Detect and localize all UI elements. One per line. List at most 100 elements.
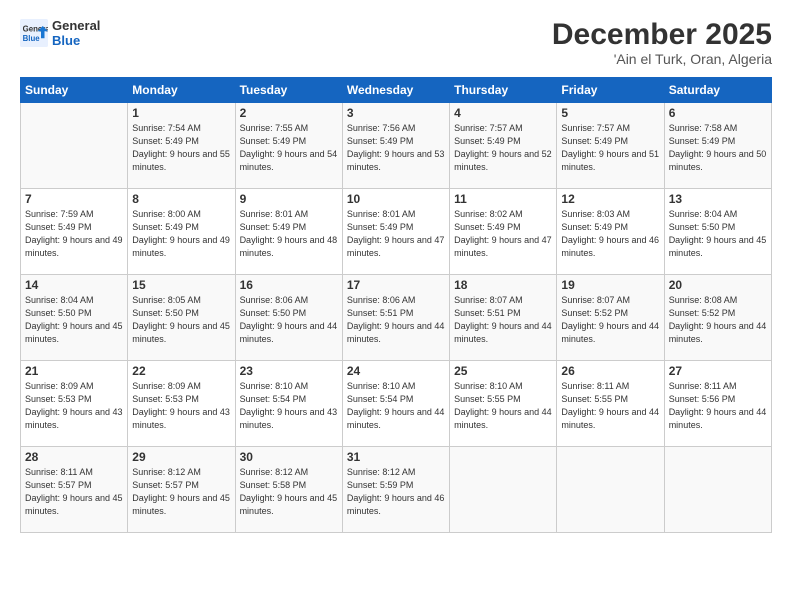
day-number: 30 bbox=[240, 450, 338, 464]
day-detail: Sunrise: 8:10 AMSunset: 5:55 PMDaylight:… bbox=[454, 380, 552, 432]
day-number: 21 bbox=[25, 364, 123, 378]
calendar-cell: 31Sunrise: 8:12 AMSunset: 5:59 PMDayligh… bbox=[342, 447, 449, 533]
day-detail: Sunrise: 8:09 AMSunset: 5:53 PMDaylight:… bbox=[132, 380, 230, 432]
logo-line2: Blue bbox=[52, 33, 100, 48]
day-detail: Sunrise: 8:06 AMSunset: 5:51 PMDaylight:… bbox=[347, 294, 445, 346]
day-detail: Sunrise: 7:54 AMSunset: 5:49 PMDaylight:… bbox=[132, 122, 230, 174]
header-monday: Monday bbox=[128, 78, 235, 103]
calendar-cell: 14Sunrise: 8:04 AMSunset: 5:50 PMDayligh… bbox=[21, 275, 128, 361]
day-number: 3 bbox=[347, 106, 445, 120]
calendar-cell: 12 Sunrise: 8:03 AMSunset: 5:49 PMDayligh… bbox=[557, 189, 664, 275]
day-number: 29 bbox=[132, 450, 230, 464]
day-detail: Sunrise: 8:07 AMSunset: 5:51 PMDaylight:… bbox=[454, 294, 552, 346]
header-row: Sunday Monday Tuesday Wednesday Thursday… bbox=[21, 78, 772, 103]
calendar-cell: 28Sunrise: 8:11 AMSunset: 5:57 PMDayligh… bbox=[21, 447, 128, 533]
header-sunday: Sunday bbox=[21, 78, 128, 103]
calendar-cell: 5Sunrise: 7:57 AMSunset: 5:49 PMDaylight… bbox=[557, 103, 664, 189]
day-number: 4 bbox=[454, 106, 552, 120]
header-friday: Friday bbox=[557, 78, 664, 103]
calendar-cell: 22 Sunrise: 8:09 AMSunset: 5:53 PMDayligh… bbox=[128, 361, 235, 447]
day-detail: Sunrise: 7:55 AMSunset: 5:49 PMDaylight:… bbox=[240, 122, 338, 174]
svg-text:Blue: Blue bbox=[23, 34, 41, 43]
day-number: 18 bbox=[454, 278, 552, 292]
logo-text: General Blue bbox=[52, 18, 100, 48]
calendar-cell: 21Sunrise: 8:09 AMSunset: 5:53 PMDayligh… bbox=[21, 361, 128, 447]
calendar-cell bbox=[450, 447, 557, 533]
calendar-table: Sunday Monday Tuesday Wednesday Thursday… bbox=[20, 77, 772, 533]
day-number: 26 bbox=[561, 364, 659, 378]
day-number: 17 bbox=[347, 278, 445, 292]
calendar-week-4: 21 Sunrise: 8:09 AMSunset: 5:53 PMDayligh… bbox=[21, 361, 772, 447]
day-detail: Sunrise: 7:57 AMSunset: 5:49 PMDaylight:… bbox=[454, 122, 552, 174]
day-detail: Sunrise: 8:08 AMSunset: 5:52 PMDaylight:… bbox=[669, 294, 767, 346]
logo-line1: General bbox=[52, 18, 100, 33]
calendar-cell: 3Sunrise: 7:56 AMSunset: 5:49 PMDaylight… bbox=[342, 103, 449, 189]
calendar-cell: 29 Sunrise: 8:12 AMSunset: 5:57 PMDayligh… bbox=[128, 447, 235, 533]
title-block: December 2025 'Ain el Turk, Oran, Algeri… bbox=[552, 18, 772, 67]
day-number: 9 bbox=[240, 192, 338, 206]
calendar-cell: 13Sunrise: 8:04 AMSunset: 5:50 PMDayligh… bbox=[664, 189, 771, 275]
day-number: 7 bbox=[25, 192, 123, 206]
calendar-week-1: 1 Sunrise: 7:54 AMSunset: 5:49 PMDaylight… bbox=[21, 103, 772, 189]
day-number: 2 bbox=[240, 106, 338, 120]
day-number: 8 bbox=[132, 192, 230, 206]
day-number: 12 bbox=[561, 192, 659, 206]
calendar-cell: 10 Sunrise: 8:01 AMSunset: 5:49 PMDayligh… bbox=[342, 189, 449, 275]
day-detail: Sunrise: 8:12 AMSunset: 5:59 PMDaylight:… bbox=[347, 466, 445, 518]
calendar-cell bbox=[664, 447, 771, 533]
logo-icon: General Blue bbox=[20, 19, 48, 47]
day-detail: Sunrise: 8:10 AMSunset: 5:54 PMDaylight:… bbox=[347, 380, 445, 432]
calendar-cell: 4 Sunrise: 7:57 AMSunset: 5:49 PMDaylight… bbox=[450, 103, 557, 189]
day-number: 28 bbox=[25, 450, 123, 464]
day-detail: Sunrise: 8:02 AMSunset: 5:49 PMDaylight:… bbox=[454, 208, 552, 260]
day-detail: Sunrise: 8:10 AMSunset: 5:54 PMDaylight:… bbox=[240, 380, 338, 432]
header-saturday: Saturday bbox=[664, 78, 771, 103]
day-number: 22 bbox=[132, 364, 230, 378]
day-detail: Sunrise: 8:01 AMSunset: 5:49 PMDaylight:… bbox=[240, 208, 338, 260]
day-detail: Sunrise: 8:12 AMSunset: 5:58 PMDaylight:… bbox=[240, 466, 338, 518]
day-detail: Sunrise: 8:03 AMSunset: 5:49 PMDaylight:… bbox=[561, 208, 659, 260]
calendar-cell: 25 Sunrise: 8:10 AMSunset: 5:55 PMDayligh… bbox=[450, 361, 557, 447]
day-detail: Sunrise: 8:07 AMSunset: 5:52 PMDaylight:… bbox=[561, 294, 659, 346]
day-number: 16 bbox=[240, 278, 338, 292]
calendar-cell: 7 Sunrise: 7:59 AMSunset: 5:49 PMDaylight… bbox=[21, 189, 128, 275]
calendar-cell: 27Sunrise: 8:11 AMSunset: 5:56 PMDayligh… bbox=[664, 361, 771, 447]
day-detail: Sunrise: 7:59 AMSunset: 5:49 PMDaylight:… bbox=[25, 208, 123, 260]
day-detail: Sunrise: 8:05 AMSunset: 5:50 PMDaylight:… bbox=[132, 294, 230, 346]
calendar-page: General Blue General Blue December 2025 … bbox=[0, 0, 792, 612]
calendar-cell: 19Sunrise: 8:07 AMSunset: 5:52 PMDayligh… bbox=[557, 275, 664, 361]
calendar-week-5: 28Sunrise: 8:11 AMSunset: 5:57 PMDayligh… bbox=[21, 447, 772, 533]
day-number: 13 bbox=[669, 192, 767, 206]
header-tuesday: Tuesday bbox=[235, 78, 342, 103]
calendar-week-3: 14Sunrise: 8:04 AMSunset: 5:50 PMDayligh… bbox=[21, 275, 772, 361]
day-number: 24 bbox=[347, 364, 445, 378]
calendar-cell: 11Sunrise: 8:02 AMSunset: 5:49 PMDayligh… bbox=[450, 189, 557, 275]
calendar-week-2: 7 Sunrise: 7:59 AMSunset: 5:49 PMDaylight… bbox=[21, 189, 772, 275]
day-number: 15 bbox=[132, 278, 230, 292]
day-number: 27 bbox=[669, 364, 767, 378]
calendar-body: 1 Sunrise: 7:54 AMSunset: 5:49 PMDaylight… bbox=[21, 103, 772, 533]
header: General Blue General Blue December 2025 … bbox=[20, 18, 772, 67]
day-number: 10 bbox=[347, 192, 445, 206]
calendar-cell: 15 Sunrise: 8:05 AMSunset: 5:50 PMDayligh… bbox=[128, 275, 235, 361]
calendar-cell bbox=[557, 447, 664, 533]
calendar-cell: 18 Sunrise: 8:07 AMSunset: 5:51 PMDayligh… bbox=[450, 275, 557, 361]
day-number: 5 bbox=[561, 106, 659, 120]
day-detail: Sunrise: 8:06 AMSunset: 5:50 PMDaylight:… bbox=[240, 294, 338, 346]
day-detail: Sunrise: 8:01 AMSunset: 5:49 PMDaylight:… bbox=[347, 208, 445, 260]
logo: General Blue General Blue bbox=[20, 18, 100, 48]
day-detail: Sunrise: 8:00 AMSunset: 5:49 PMDaylight:… bbox=[132, 208, 230, 260]
header-thursday: Thursday bbox=[450, 78, 557, 103]
day-number: 6 bbox=[669, 106, 767, 120]
calendar-cell: 17 Sunrise: 8:06 AMSunset: 5:51 PMDayligh… bbox=[342, 275, 449, 361]
calendar-cell: 1 Sunrise: 7:54 AMSunset: 5:49 PMDaylight… bbox=[128, 103, 235, 189]
calendar-cell: 30 Sunrise: 8:12 AMSunset: 5:58 PMDayligh… bbox=[235, 447, 342, 533]
day-number: 23 bbox=[240, 364, 338, 378]
day-number: 1 bbox=[132, 106, 230, 120]
calendar-cell: 26Sunrise: 8:11 AMSunset: 5:55 PMDayligh… bbox=[557, 361, 664, 447]
month-title: December 2025 bbox=[552, 18, 772, 51]
calendar-cell: 20Sunrise: 8:08 AMSunset: 5:52 PMDayligh… bbox=[664, 275, 771, 361]
day-number: 25 bbox=[454, 364, 552, 378]
day-detail: Sunrise: 8:12 AMSunset: 5:57 PMDaylight:… bbox=[132, 466, 230, 518]
calendar-header: Sunday Monday Tuesday Wednesday Thursday… bbox=[21, 78, 772, 103]
